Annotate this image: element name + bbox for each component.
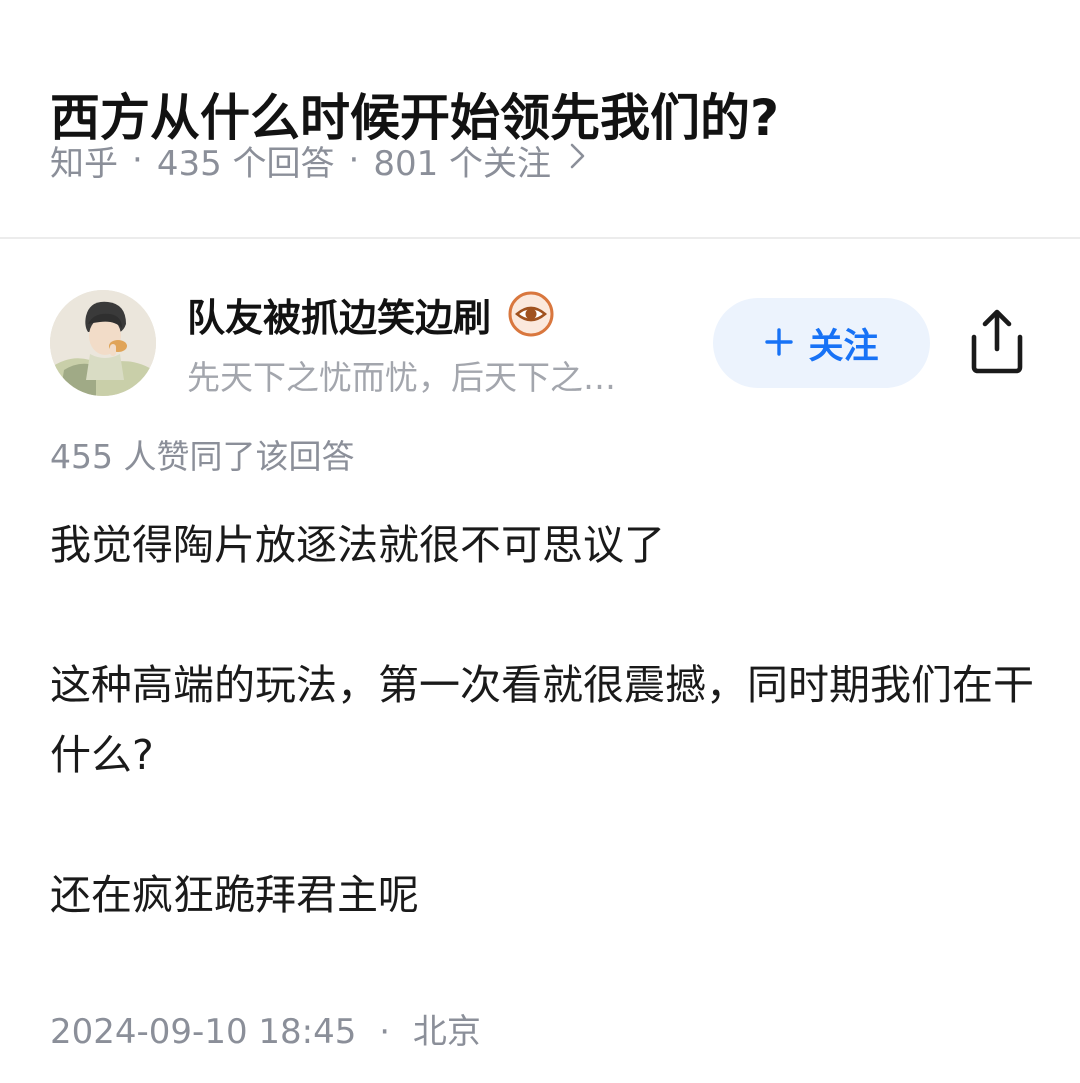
follow-label: 关注 (808, 326, 879, 367)
author-name-text: 队友被抓边笑边刷 (187, 295, 492, 340)
answer-paragraph: 这种高端的玩法，第一次看就很震撼，同时期我们在干什么? (50, 661, 1034, 779)
answer-paragraph: 还在疯狂跪拜君主呢 (50, 871, 419, 919)
answer-content[interactable]: 我觉得陶片放逐法就很不可思议了 这种高端的玩法，第一次看就很震撼，同时期我们在干… (50, 510, 1040, 930)
chevron-right-icon[interactable] (569, 141, 587, 179)
author-name[interactable]: 队友被抓边笑边刷 (187, 288, 555, 340)
share-icon[interactable] (964, 305, 1030, 377)
author-bio: 先天下之忧而忧，后天下之… (187, 358, 616, 397)
meta-separator: · (348, 140, 360, 180)
answer-paragraph: 我觉得陶片放逐法就很不可思议了 (50, 521, 665, 569)
answer-location: 北京 (412, 1012, 481, 1052)
follower-count: 801 个关注 (373, 143, 552, 184)
source-label: 知乎 (50, 143, 118, 184)
question-meta[interactable]: 知乎 · 435 个回答 · 801 个关注 (50, 134, 587, 186)
follow-button[interactable]: 关注 (713, 298, 930, 388)
answer-count: 435 个回答 (156, 143, 335, 184)
eye-badge-icon (507, 290, 555, 338)
answer-timestamp: 2024-09-10 18:45 · 北京 (50, 1006, 481, 1058)
section-divider (0, 237, 1080, 239)
time-separator: · (379, 1012, 391, 1052)
plus-icon (764, 321, 794, 365)
author-avatar[interactable] (50, 290, 156, 396)
meta-separator: · (132, 140, 143, 180)
answer-datetime: 2024-09-10 18:45 (50, 1012, 357, 1052)
vote-count: 455 人赞同了该回答 (50, 437, 355, 476)
